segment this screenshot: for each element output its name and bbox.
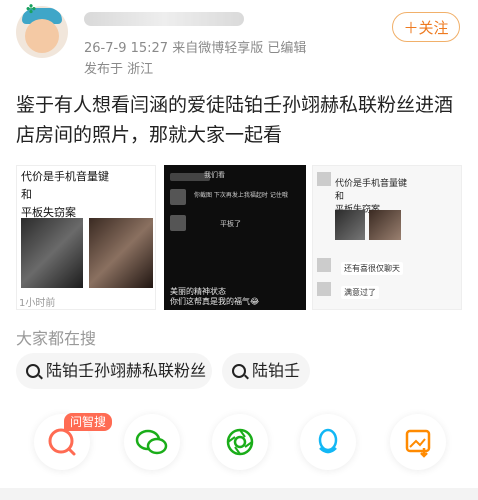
- photo-thumbnail: [21, 218, 83, 288]
- photo-thumbnail: [335, 210, 365, 240]
- caption-line: 美丽的精神状态: [170, 287, 226, 296]
- post-image-2[interactable]: 我们看 你截图 下次再发上我福起时 记住哦 平板了 美丽的精神状态 你们这帮真是…: [164, 165, 306, 310]
- post-image-1[interactable]: 代价是手机音量键 和 平板失窃案 1小时前: [16, 165, 156, 310]
- search-heading: 大家都在搜: [16, 329, 97, 348]
- chat-message: 你截图 下次再发上我福起时 记住哦: [194, 192, 288, 199]
- qq-icon: [318, 428, 338, 454]
- chat-avatar: [170, 215, 186, 231]
- search-chip-label: 陆铂壬: [252, 361, 301, 380]
- chat-avatar: [317, 172, 331, 186]
- chat-message: 满意过了: [341, 286, 379, 299]
- wechat-icon: [135, 429, 168, 455]
- photo-thumbnail: [369, 210, 401, 240]
- chat-avatar: [317, 258, 331, 272]
- caption-line: 和: [335, 192, 345, 202]
- image-caption: 代价是手机音量键 和 平板失窃案: [21, 168, 109, 222]
- caption-line: 代价是手机音量键: [21, 170, 109, 183]
- follow-button[interactable]: ＋关注: [392, 12, 460, 42]
- bottom-divider: [0, 488, 478, 500]
- wenzhisou-badge: 问智搜: [64, 413, 113, 431]
- save-image-button[interactable]: [390, 414, 446, 470]
- clover-icon: ✤: [26, 2, 37, 16]
- chat-avatar: [170, 189, 186, 205]
- caption-line: 代价是手机音量键: [335, 179, 408, 189]
- save-image-icon: [405, 429, 431, 458]
- search-chip[interactable]: 陆铂壬: [222, 353, 310, 389]
- search-chip[interactable]: 陆铂壬孙翊赫私联粉丝: [16, 353, 212, 389]
- post-text: 鉴于有人想看闫涵的爱徒陆铂壬孙翊赫私联粉丝进酒店房间的照片，那就大家一起看: [16, 94, 454, 146]
- moments-share-button[interactable]: [212, 414, 268, 470]
- search-icon: [26, 364, 40, 378]
- post-date-source: 26-7-9 15:27 来自微博轻享版 已编辑: [84, 41, 307, 56]
- avatar[interactable]: [16, 6, 68, 58]
- image-timestamp: 1小时前: [19, 298, 56, 309]
- caption-line: 和: [21, 188, 32, 201]
- chat-avatar: [317, 282, 331, 296]
- search-icon: [232, 364, 246, 378]
- moments-icon: [226, 428, 254, 456]
- wechat-share-button[interactable]: [124, 414, 180, 470]
- photo-thumbnail: [89, 218, 153, 288]
- qq-share-button[interactable]: [300, 414, 356, 470]
- username-blurred[interactable]: [84, 12, 244, 26]
- post-location: 发布于 浙江: [84, 62, 154, 77]
- image-caption: 美丽的精神状态 你们这帮真是我的福气😂: [170, 287, 259, 307]
- avatar-face: [25, 19, 59, 53]
- caption-line: 你们这帮真是我的福气😂: [170, 297, 260, 306]
- search-chip-label: 陆铂壬孙翊赫私联粉丝: [46, 361, 207, 380]
- chat-message: 我们看: [204, 171, 225, 179]
- chat-message: 平板了: [220, 220, 241, 228]
- chat-message: 还有喜很仅聊天: [341, 262, 403, 275]
- post-image-3[interactable]: 代价是手机音量键 和 平板失窃案 还有喜很仅聊天 满意过了: [312, 165, 462, 310]
